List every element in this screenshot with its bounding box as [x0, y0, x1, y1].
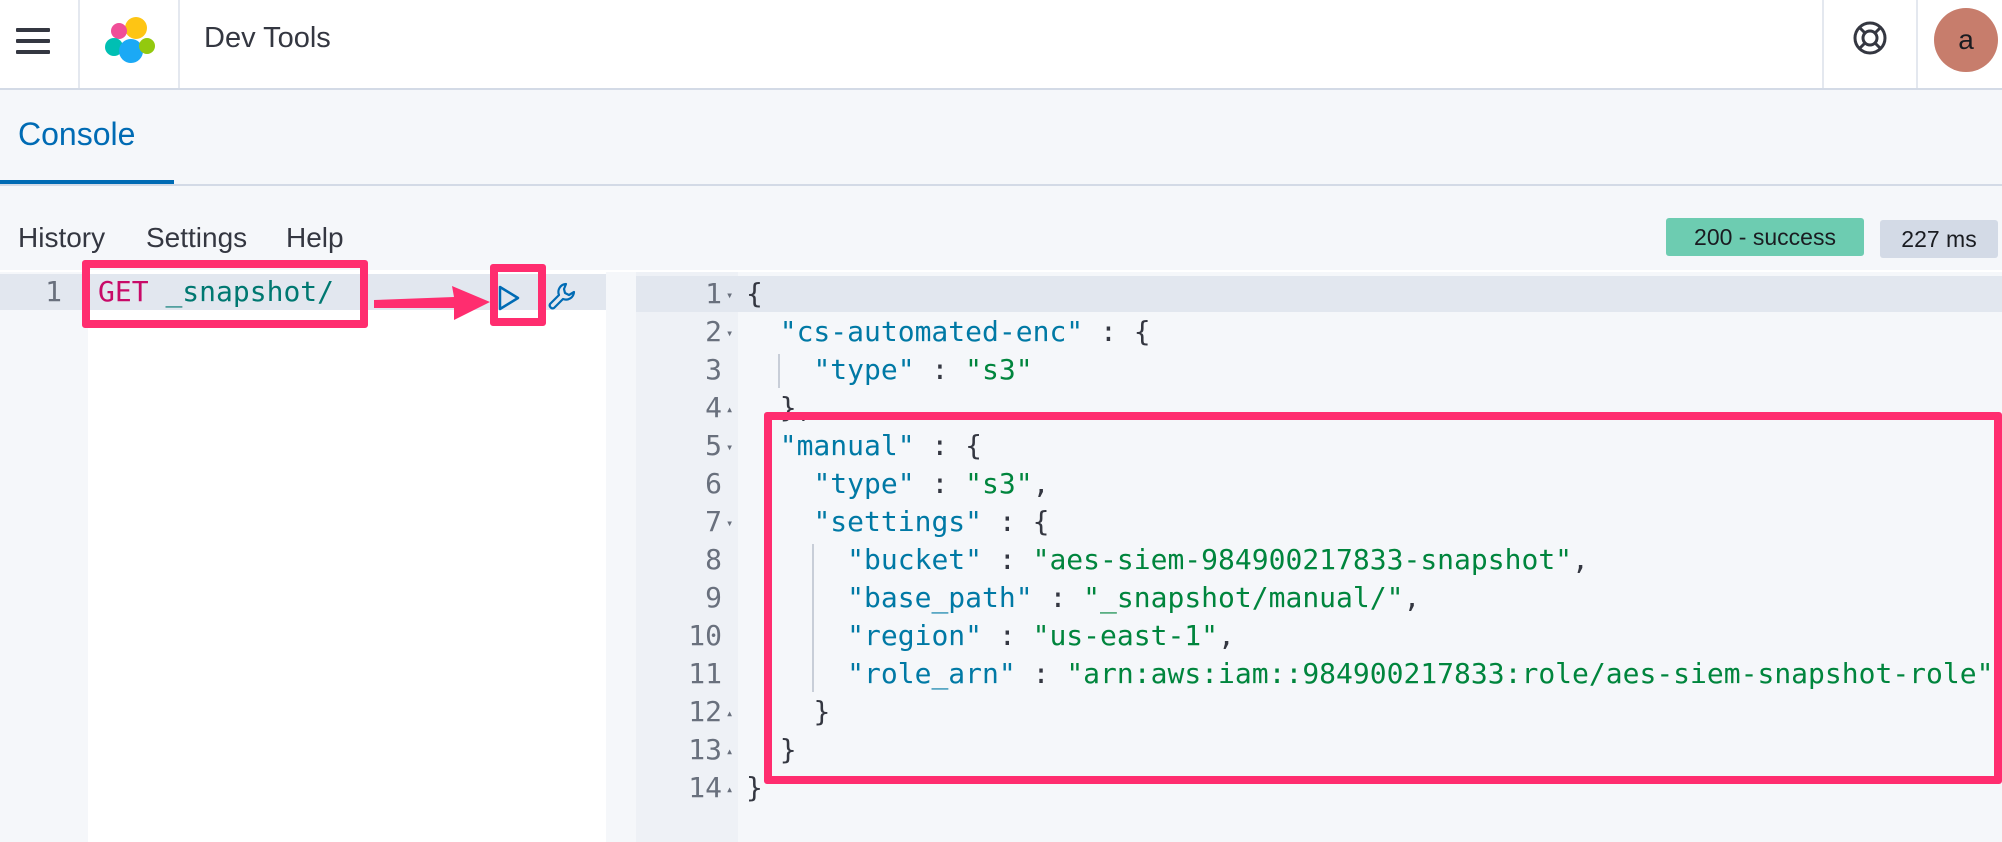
lifebuoy-help-icon[interactable]	[1852, 20, 1888, 56]
header-divider	[1822, 0, 1824, 88]
fold-open-icon[interactable]: ▾	[726, 326, 733, 340]
wrench-icon[interactable]	[546, 280, 578, 312]
request-gutter	[0, 272, 88, 842]
brace: }	[746, 771, 763, 804]
response-line-14: }	[746, 770, 763, 806]
annotation-arrow-icon	[374, 286, 490, 320]
request-editor-area[interactable]	[88, 272, 606, 842]
brace: {	[1133, 315, 1151, 348]
line-number: 1	[705, 277, 722, 310]
app-title: Dev Tools	[204, 22, 331, 54]
fold-open-icon[interactable]: ▾	[726, 440, 733, 454]
line-number: 2	[705, 315, 722, 348]
line-number: 12	[688, 695, 722, 728]
active-tab-indicator	[0, 180, 174, 184]
fold-open-icon[interactable]: ▾	[726, 516, 733, 530]
status-badge: 200 - success	[1666, 218, 1864, 256]
fold-close-icon[interactable]: ▴	[726, 744, 733, 758]
top-header: Dev Tools a	[0, 0, 2002, 90]
separator: :	[914, 353, 966, 386]
settings-link[interactable]: Settings	[146, 222, 247, 254]
pane-resizer[interactable]	[606, 272, 636, 842]
header-divider	[78, 0, 80, 88]
user-avatar[interactable]: a	[1934, 8, 1998, 72]
header-divider	[178, 0, 180, 88]
brace: {	[746, 277, 763, 310]
line-number: 13	[688, 733, 722, 766]
line-number: 1	[45, 275, 62, 308]
separator: :	[1083, 315, 1134, 348]
line-number: 14	[688, 771, 722, 804]
response-time-badge: 227 ms	[1880, 220, 1998, 258]
response-line-1: {	[746, 276, 763, 312]
line-number: 9	[705, 581, 722, 614]
play-icon[interactable]	[496, 284, 522, 312]
response-line-3: "type" : "s3"	[746, 352, 1033, 388]
json-key: "type"	[813, 353, 915, 386]
json-key: "cs-automated-enc"	[779, 315, 1084, 348]
manual-repository-highlight-box	[764, 412, 2002, 784]
fold-close-icon[interactable]: ▴	[726, 706, 733, 720]
fold-close-icon[interactable]: ▴	[726, 402, 733, 416]
line-number: 7	[705, 505, 722, 538]
header-divider	[1916, 0, 1918, 88]
response-line-2: "cs-automated-enc" : {	[746, 314, 1151, 350]
json-value: "s3"	[965, 353, 1033, 386]
fold-open-icon[interactable]: ▾	[726, 288, 733, 302]
line-number: 4	[705, 391, 722, 424]
request-editor[interactable]: 1 GET _snapshot/	[0, 272, 606, 842]
line-number: 6	[705, 467, 722, 500]
fold-close-icon[interactable]: ▴	[726, 782, 733, 796]
line-number: 10	[688, 619, 722, 652]
help-link[interactable]: Help	[286, 222, 344, 254]
kibana-logo-icon[interactable]	[104, 16, 156, 66]
console-toolbar: History Settings Help 200 - success 227 …	[0, 186, 2002, 270]
console-tab-bar: Console	[0, 90, 2002, 186]
hamburger-menu-icon[interactable]	[16, 24, 50, 58]
request-highlight-box	[82, 260, 368, 328]
line-number: 8	[705, 543, 722, 576]
line-number: 11	[688, 657, 722, 690]
line-number: 5	[705, 429, 722, 462]
line-number: 3	[705, 353, 722, 386]
tab-console[interactable]: Console	[18, 116, 135, 153]
active-line-highlight	[636, 276, 2002, 312]
history-link[interactable]: History	[18, 222, 105, 254]
